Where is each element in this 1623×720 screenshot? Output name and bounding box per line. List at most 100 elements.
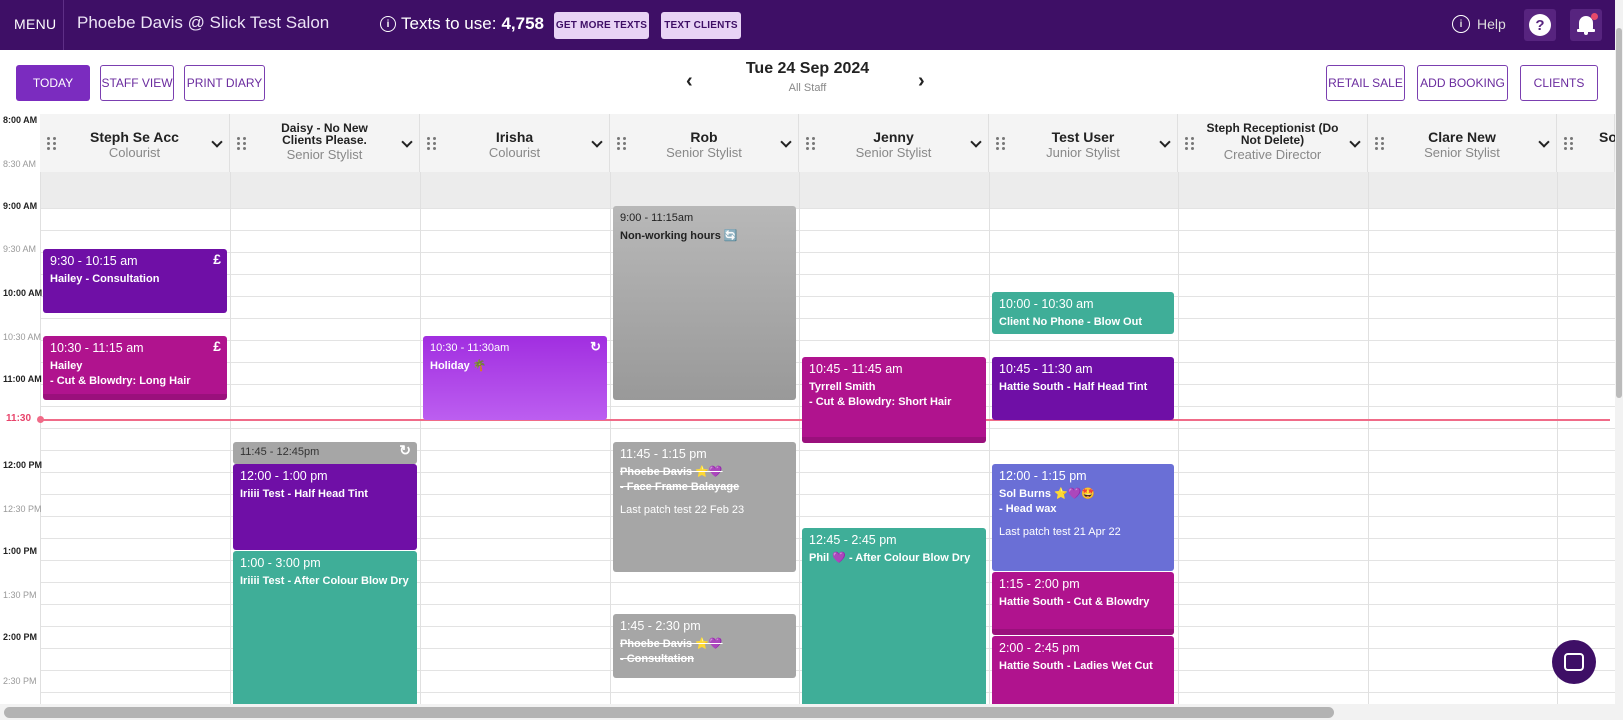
drag-handle-icon[interactable] (806, 137, 816, 151)
clients-button[interactable]: CLIENTS (1520, 65, 1598, 101)
appointment-card[interactable]: 11:45 - 1:15 pm Phoebe Davis ⭐💜 - Face F… (613, 442, 796, 572)
diary-grid[interactable]: 8:00 AM 8:30 AM 9:00 AM 9:30 AM 10:00 AM… (0, 114, 1615, 704)
appointment-time: 9:00 - 11:15am (620, 212, 694, 224)
appointment-time: 9:30 - 10:15 am (50, 254, 138, 268)
appointment-card[interactable]: 1:00 - 3:00 pm Iriiii Test - After Colou… (233, 551, 417, 704)
staff-role: Colourist (108, 145, 161, 160)
time-label: 12:00 PM (3, 460, 43, 470)
staff-role: Senior Stylist (666, 145, 742, 160)
appointment-time: 11:45 - 12:45pm (240, 446, 320, 458)
drag-handle-icon[interactable] (1375, 137, 1385, 151)
appointment-card[interactable]: 1:45 - 2:30 pm Phoebe Davis ⭐💜 - Consult… (613, 614, 796, 678)
date-display: Tue 24 Sep 2024 All Staff (700, 60, 915, 94)
time-label: 9:30 AM (3, 244, 37, 254)
appointment-card[interactable]: 10:30 - 11:30am Holiday 🌴 ↻ (423, 336, 607, 420)
question-icon: ? (1529, 14, 1551, 36)
staff-header[interactable]: Jenny Senior Stylist (799, 114, 989, 172)
account-name[interactable]: Phoebe Davis @ Slick Test Salon (77, 13, 329, 33)
staff-header[interactable]: Steph Receptionist (Do Not Delete) Creat… (1178, 114, 1368, 172)
menu-button[interactable]: MENU (14, 16, 56, 32)
grid-line (40, 340, 1615, 341)
time-label: 11:00 AM (3, 374, 42, 384)
client-name: Client No Phone (999, 316, 1084, 328)
appointment-card[interactable]: 2:00 - 2:45 pm Hattie South - Ladies Wet… (992, 636, 1174, 704)
appointment-time: 10:30 - 11:30am (430, 342, 510, 354)
appointment-card[interactable]: 9:00 - 11:15am Non-working hours 🔄 (613, 206, 796, 400)
time-label: 1:00 PM (3, 546, 38, 556)
drag-handle-icon[interactable] (237, 137, 247, 151)
help-link[interactable]: i Help (1452, 15, 1506, 33)
time-label: 9:00 AM (3, 201, 38, 211)
client-name: Sol Burns ⭐💜🤩 (999, 488, 1096, 500)
appointment-card[interactable]: 12:00 - 1:15 pm Sol Burns ⭐💜🤩 - Head wax… (992, 464, 1174, 571)
print-diary-button[interactable]: PRINT DIARY (184, 65, 265, 101)
staff-name: Clare New (1428, 129, 1496, 145)
vertical-scroll-thumb[interactable] (1616, 28, 1622, 398)
prev-day-arrow-icon[interactable]: ‹ (686, 70, 693, 93)
column-line (1557, 114, 1558, 704)
current-date[interactable]: Tue 24 Sep 2024 (700, 60, 915, 78)
diary-toolbar: TODAY STAFF VIEW PRINT DIARY ‹ Tue 24 Se… (0, 50, 1615, 114)
column-line (40, 114, 41, 704)
staff-view-button[interactable]: STAFF VIEW (100, 65, 174, 101)
notifications-button[interactable] (1570, 9, 1602, 41)
appointment-time: 12:00 - 1:15 pm (999, 469, 1087, 483)
drag-handle-icon[interactable] (47, 137, 57, 151)
staff-header[interactable]: Clare New Senior Stylist (1368, 114, 1557, 172)
service-name: - After Colour Blow Dry (845, 552, 971, 564)
time-column: 8:00 AM 8:30 AM 9:00 AM 9:30 AM 10:00 AM… (0, 114, 43, 704)
appointment-time: 12:00 - 1:00 pm (240, 469, 328, 483)
staff-header[interactable]: Test User Junior Stylist (989, 114, 1178, 172)
column-line (1368, 114, 1369, 704)
current-time-dot (37, 416, 44, 423)
drag-handle-icon[interactable] (617, 137, 627, 151)
appointment-card[interactable]: 12:45 - 2:45 pm Phil 💜 - After Colour Bl… (802, 528, 986, 704)
today-button[interactable]: TODAY (16, 65, 90, 101)
client-name: Iriiii Test (240, 488, 285, 500)
pound-icon: £ (213, 338, 221, 354)
client-name: Phil 💜 (809, 552, 846, 564)
staff-role: Junior Stylist (1046, 145, 1120, 160)
text-clients-button[interactable]: TEXT CLIENTS (661, 12, 741, 39)
horizontal-scroll-thumb[interactable] (4, 707, 1334, 718)
staff-header[interactable]: Daisy - No New Clients Please. Senior St… (230, 114, 420, 172)
column-line (230, 114, 231, 704)
help-question-button[interactable]: ? (1524, 9, 1556, 41)
staff-name: Daisy - No New Clients Please. (281, 121, 368, 147)
staff-role: Creative Director (1223, 147, 1322, 162)
staff-header[interactable]: So (1557, 114, 1615, 172)
drag-handle-icon[interactable] (427, 137, 437, 151)
drag-handle-icon[interactable] (1185, 137, 1195, 151)
staff-name: Steph Receptionist (Do Not Delete) (1206, 121, 1339, 147)
appointment-card[interactable]: 10:00 - 10:30 am Client No Phone - Blow … (992, 292, 1174, 334)
service-name: - Blow Out (1083, 316, 1142, 328)
get-more-texts-button[interactable]: GET MORE TEXTS (554, 12, 649, 39)
add-booking-button[interactable]: ADD BOOKING (1417, 65, 1508, 101)
appointment-card[interactable]: 10:30 - 11:15 am Hailey - Cut & Blowdry:… (43, 336, 227, 400)
client-name: Hailey (50, 360, 83, 372)
appointment-time: 10:45 - 11:45 am (809, 362, 903, 376)
staff-header[interactable]: Irisha Colourist (420, 114, 610, 172)
time-label: 10:00 AM (3, 288, 43, 298)
appointment-card[interactable]: 10:45 - 11:45 am Tyrrell Smith - Cut & B… (802, 357, 986, 443)
appointment-card[interactable]: 9:30 - 10:15 am Hailey - Consultation £ (43, 249, 227, 313)
appointment-card[interactable]: 12:00 - 1:00 pm Iriiii Test - Half Head … (233, 464, 417, 550)
appointment-card[interactable]: 11:45 - 12:45pm ↻ (233, 442, 417, 464)
grid-line (40, 296, 1615, 297)
card-footer (802, 437, 986, 443)
client-name: Phoebe Davis ⭐💜 (620, 466, 723, 478)
texts-counter: i Texts to use: 4,758 (380, 14, 544, 34)
client-name: Hailey (50, 273, 83, 285)
retail-sale-button[interactable]: RETAIL SALE (1326, 65, 1405, 101)
appointment-card[interactable]: 1:15 - 2:00 pm Hattie South - Cut & Blow… (992, 572, 1174, 635)
chat-launcher-button[interactable] (1552, 640, 1596, 684)
repeat-icon: ↻ (399, 442, 411, 458)
staff-header[interactable]: Steph Se Acc Colourist (40, 114, 230, 172)
drag-handle-icon[interactable] (1564, 137, 1574, 151)
patch-test-note: Last patch test 21 Apr 22 (999, 526, 1121, 538)
appointment-card[interactable]: 10:45 - 11:30 am Hattie South - Half Hea… (992, 357, 1174, 420)
staff-header[interactable]: Rob Senior Stylist (610, 114, 799, 172)
drag-handle-icon[interactable] (996, 137, 1006, 151)
next-day-arrow-icon[interactable]: › (918, 70, 925, 93)
appointment-time: 10:45 - 11:30 am (999, 362, 1093, 376)
